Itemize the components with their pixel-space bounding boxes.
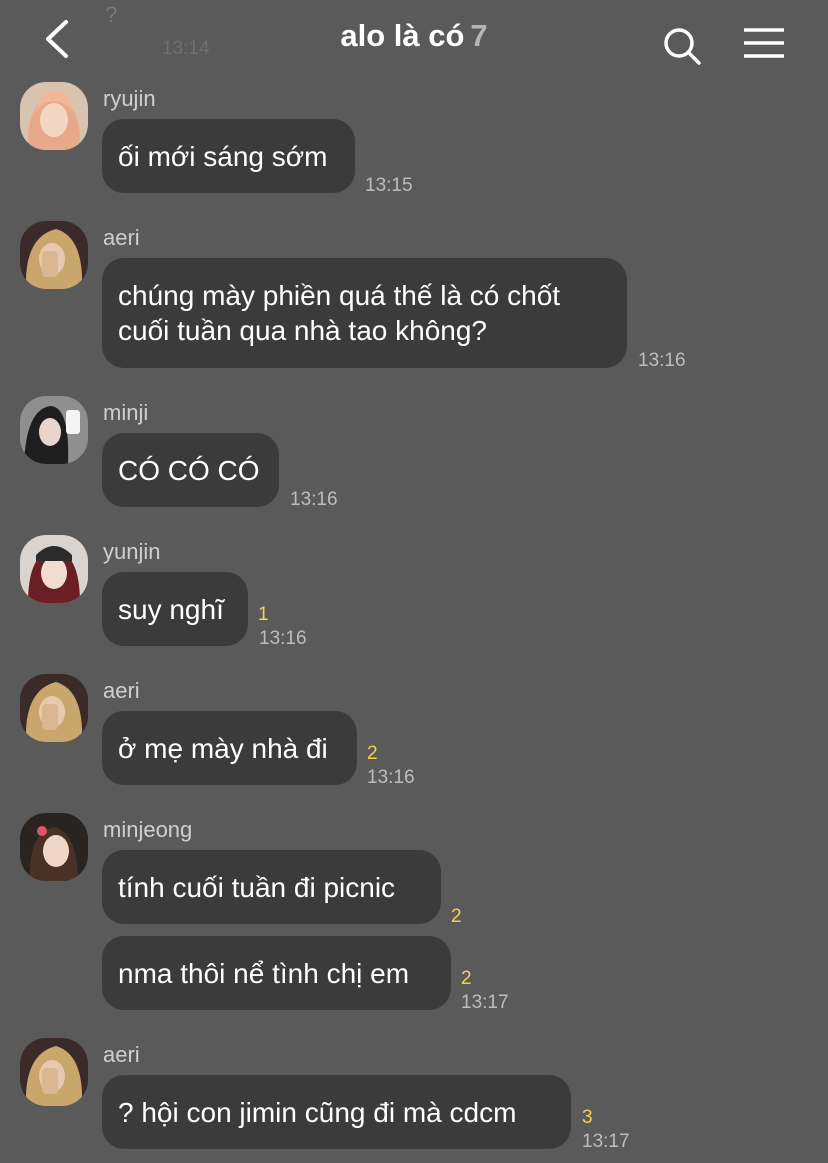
message-bubble[interactable]: nma thôi nể tình chị em: [102, 936, 451, 1010]
unread-count: 2: [461, 968, 472, 989]
avatar-aeri[interactable]: [20, 674, 88, 742]
avatar-image: [20, 674, 88, 742]
avatar-yunjin[interactable]: [20, 535, 88, 603]
message-text: ối mới sáng sớm: [118, 140, 328, 172]
message-bubble[interactable]: tính cuối tuần đi picnic: [102, 850, 441, 924]
unread-count: 2: [451, 906, 462, 927]
message-time: 13:16: [290, 489, 338, 510]
message-text: nma thôi nể tình chị em: [118, 957, 410, 989]
message-text-line: cuối tuần qua nhà tao không?: [118, 315, 487, 346]
message-time: 13:17: [461, 992, 509, 1013]
message-bubble[interactable]: ? hội con jimin cũng đi mà cdcm: [102, 1075, 571, 1149]
sender-name: ryujin: [103, 86, 156, 111]
message-bubble[interactable]: ối mới sáng sớm: [102, 119, 355, 193]
message-time: 13:16: [638, 350, 686, 371]
unread-count: 3: [582, 1107, 593, 1128]
avatar-image: [20, 396, 88, 464]
sender-name: aeri: [103, 1042, 140, 1067]
search-icon: [664, 28, 701, 65]
message-text-line: chúng mày phiền quá thế là có chốt: [118, 280, 561, 311]
chat-header: ? 13:14 alo là có 7: [0, 0, 828, 80]
avatar-image: [20, 1038, 88, 1106]
message-text: ? hội con jimin cũng đi mà cdcm: [118, 1096, 517, 1128]
message-text: CÓ CÓ CÓ: [118, 454, 260, 486]
avatar-aeri[interactable]: [20, 1038, 88, 1106]
message-bubble[interactable]: ở mẹ mày nhà đi: [102, 711, 357, 785]
sender-name: aeri: [103, 678, 140, 703]
message-bubble[interactable]: CÓ CÓ CÓ: [102, 433, 279, 507]
avatar-image: [20, 813, 88, 881]
message-time: 13:16: [259, 628, 307, 649]
message-time: 13:16: [367, 767, 415, 788]
message-text: ở mẹ mày nhà đi: [118, 732, 328, 764]
message-time: 13:17: [582, 1131, 630, 1152]
message-text: suy nghĩ: [118, 593, 224, 625]
unread-count: 1: [258, 604, 269, 625]
avatar-image: [20, 535, 88, 603]
avatar-ryujin[interactable]: [20, 82, 88, 150]
message-bubble[interactable]: chúng mày phiền quá thế là có chốt cuối …: [102, 258, 627, 368]
sender-name: minjeong: [103, 817, 193, 842]
member-count: 7: [470, 18, 488, 53]
avatar-image: [20, 82, 88, 150]
search-button[interactable]: [660, 24, 704, 68]
hamburger-menu-icon: [744, 28, 784, 58]
chat-name: alo là có: [340, 18, 465, 53]
menu-button[interactable]: [742, 26, 786, 62]
avatar-image: [20, 221, 88, 289]
sender-name: aeri: [103, 225, 140, 250]
message-text: tính cuối tuần đi picnic: [118, 871, 396, 903]
message-bubble[interactable]: suy nghĩ: [102, 572, 248, 646]
unread-count: 2: [367, 743, 378, 764]
avatar-minjeong[interactable]: [20, 813, 88, 881]
avatar-minji[interactable]: [20, 396, 88, 464]
avatar-aeri[interactable]: [20, 221, 88, 289]
message-time: 13:15: [365, 175, 413, 196]
sender-name: yunjin: [103, 539, 161, 564]
sender-name: minji: [103, 400, 149, 425]
